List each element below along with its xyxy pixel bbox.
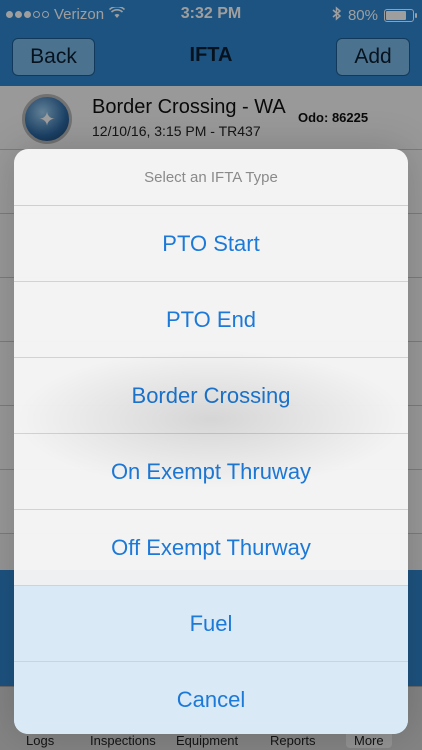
option-pto-end[interactable]: PTO End — [14, 282, 408, 358]
screen: Verizon 3:32 PM 80% Back IFTA Add ✦ Bord… — [0, 0, 422, 750]
option-on-exempt-thruway[interactable]: On Exempt Thruway — [14, 434, 408, 510]
option-border-crossing[interactable]: Border Crossing — [14, 358, 408, 434]
option-fuel[interactable]: Fuel — [14, 586, 408, 662]
cancel-button[interactable]: Cancel — [14, 662, 408, 734]
action-sheet-title: Select an IFTA Type — [14, 149, 408, 206]
ifta-type-action-sheet: Select an IFTA Type PTO Start PTO End Bo… — [14, 149, 408, 734]
option-off-exempt-thurway[interactable]: Off Exempt Thurway — [14, 510, 408, 586]
option-pto-start[interactable]: PTO Start — [14, 206, 408, 282]
